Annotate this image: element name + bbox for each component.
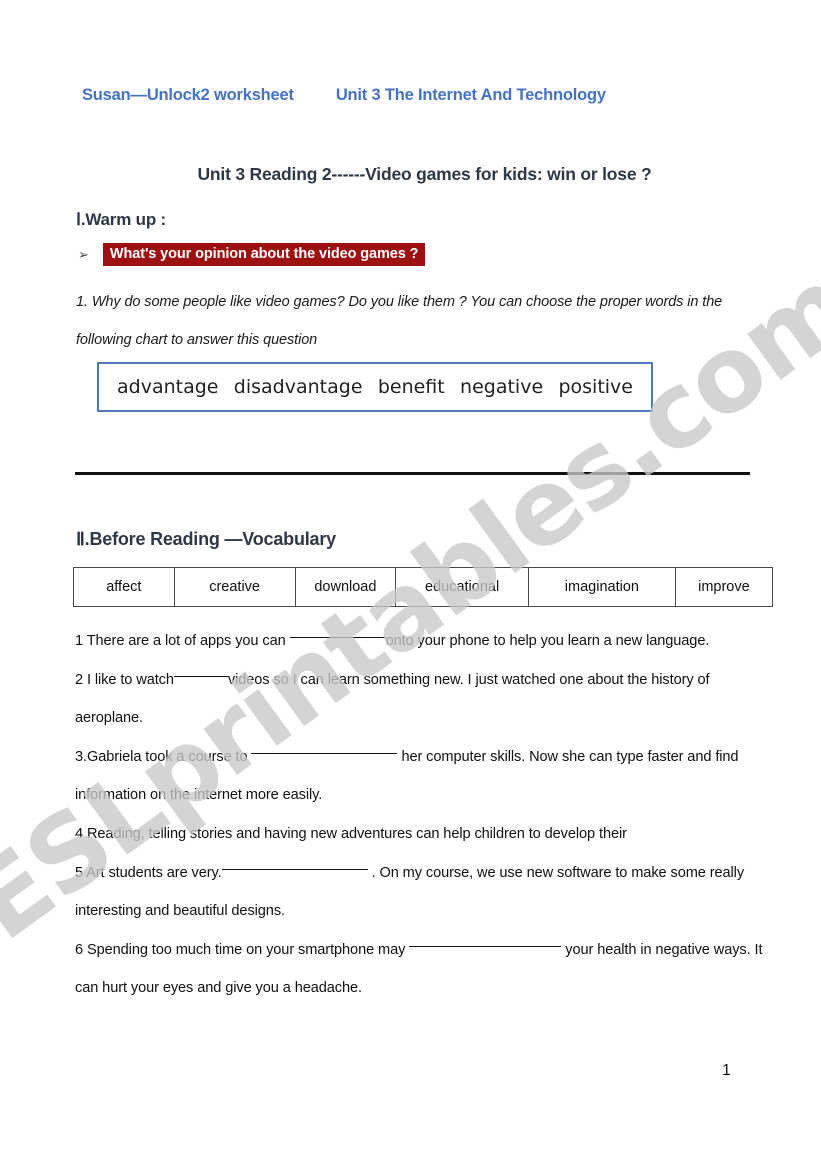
worksheet-page: ESLprintables.com Susan—Unlock2 workshee…	[0, 0, 821, 1161]
word-bank-item: disadvantage	[233, 376, 363, 398]
word-bank-item: advantage	[117, 376, 219, 398]
vocab-cell: creative	[173, 567, 296, 607]
exercise-item: 2 I like to watch videos so I can learn …	[75, 661, 775, 738]
word-bank-item: benefit	[377, 376, 445, 398]
header-unit-line: Unit 3 The Internet And Technology	[335, 86, 606, 104]
header-author-line: Susan—Unlock2 worksheet	[82, 86, 294, 104]
exercise-text: 2 I like to watch	[75, 671, 174, 688]
vocab-cell: imagination	[528, 567, 676, 607]
vocab-cell: improve	[674, 567, 774, 607]
page-title: Unit 3 Reading 2------Video games for ki…	[197, 164, 652, 184]
exercise-item: 5 Art students are very. . On my course,…	[75, 854, 775, 931]
fill-in-blank[interactable]	[173, 661, 228, 677]
exercise-item: 6 Spending too much time on your smartph…	[75, 931, 775, 1008]
fill-in-blank[interactable]	[409, 931, 562, 947]
warm-up-instruction: 1. Why do some people like video games? …	[76, 294, 723, 348]
exercise-text: 1 There are a lot of apps you can	[75, 633, 290, 649]
exercise-item: 1 There are a lot of apps you can onto y…	[75, 622, 775, 661]
word-bank-item: negative	[460, 376, 544, 398]
warm-up-question-row: ➢ What's your opinion about the video ga…	[78, 243, 426, 266]
exercise-text: 5 Art students are very.	[75, 864, 222, 881]
table-row: affect creative download educational ima…	[73, 567, 774, 607]
exercise-text: 3.Gabriela took a course to	[75, 748, 252, 765]
section-divider	[75, 472, 750, 475]
vocab-cell: affect	[73, 567, 175, 607]
section-heading-before-reading: Ⅱ.Before Reading —Vocabulary	[76, 529, 336, 549]
exercise-item: 3.Gabriela took a course to her computer…	[75, 738, 775, 815]
exercise-item: 4 Reading, telling stories and having ne…	[75, 815, 775, 854]
vocabulary-table: affect creative download educational ima…	[73, 567, 774, 607]
arrow-bullet-icon: ➢	[78, 247, 89, 262]
fill-in-blank[interactable]	[251, 738, 398, 754]
page-number: 1	[722, 1062, 731, 1079]
highlighted-question: What's your opinion about the video game…	[102, 243, 426, 266]
exercise-list: 1 There are a lot of apps you can onto y…	[75, 622, 775, 1008]
vocab-cell: educational	[395, 567, 529, 607]
word-bank-item: positive	[558, 376, 633, 398]
fill-in-blank[interactable]	[221, 854, 368, 870]
exercise-text: 6 Spending too much time on your smartph…	[75, 941, 410, 958]
fill-in-blank[interactable]	[289, 622, 386, 638]
exercise-text: 4 Reading, telling stories and having ne…	[75, 825, 627, 842]
word-bank-box: advantage disadvantage benefit negative …	[97, 362, 653, 412]
vocab-cell: download	[294, 567, 397, 607]
document-header: Susan—Unlock2 worksheet Unit 3 The Inter…	[82, 86, 762, 105]
section-heading-warm-up: Ⅰ.Warm up :	[76, 210, 167, 229]
exercise-text: onto your phone to help you learn a new …	[385, 633, 710, 649]
